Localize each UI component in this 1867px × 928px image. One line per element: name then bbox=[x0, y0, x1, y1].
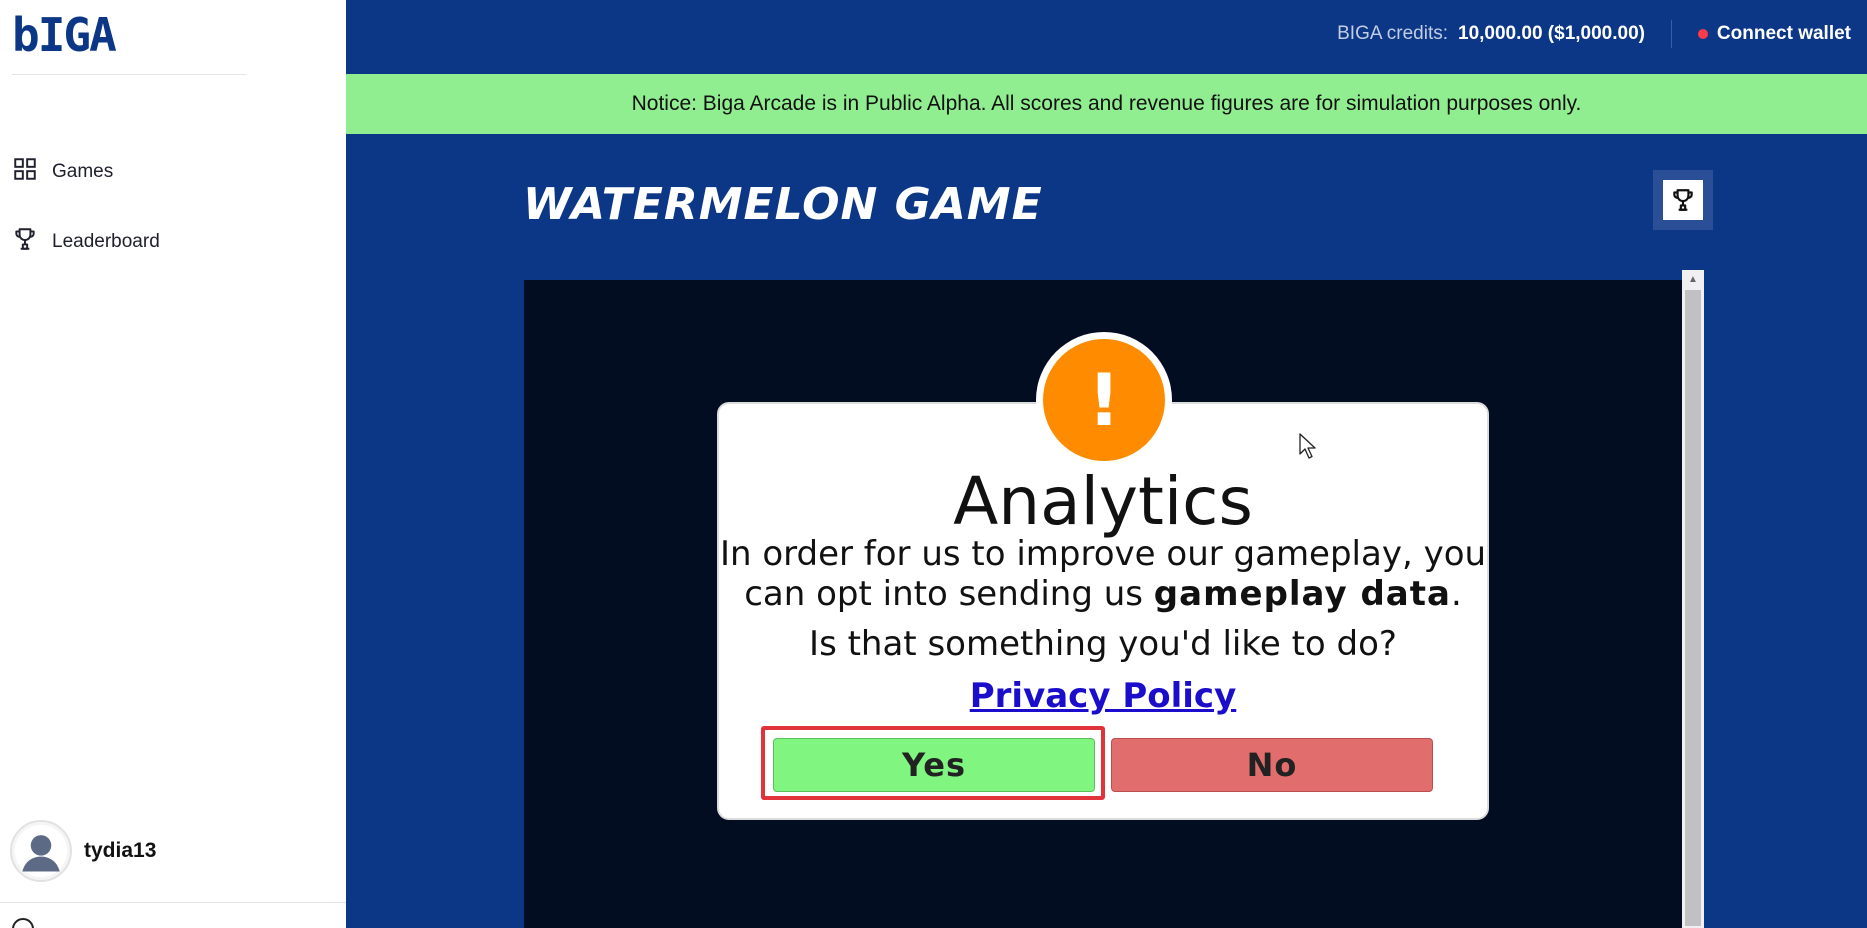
connect-wallet-label: Connect wallet bbox=[1716, 23, 1851, 44]
settings-icon[interactable] bbox=[12, 918, 34, 928]
credits-display: BIGA credits: 10,000.00 ($1,000.00) bbox=[1337, 0, 1645, 68]
privacy-policy-link[interactable]: Privacy Policy bbox=[717, 676, 1489, 716]
dialog-question: Is that something you'd like to do? bbox=[809, 624, 1397, 664]
dialog-title: Analytics bbox=[953, 463, 1253, 540]
sidebar-item-label: Leaderboard bbox=[52, 231, 160, 252]
warning-icon: ! bbox=[1036, 332, 1172, 468]
grid-icon bbox=[12, 156, 38, 188]
credits-value: 10,000.00 ($1,000.00) bbox=[1458, 23, 1645, 44]
divider bbox=[1671, 20, 1672, 48]
biga-logo[interactable]: bIGA bbox=[12, 12, 117, 58]
dialog-body-line: can opt into sending us gameplay data. bbox=[717, 574, 1489, 614]
avatar-icon bbox=[10, 820, 72, 882]
game-scrollbar[interactable]: ▲ bbox=[1682, 270, 1704, 928]
page-title: WATERMELON GAME bbox=[523, 179, 1043, 230]
status-dot-icon bbox=[1697, 29, 1708, 39]
leaderboard-button[interactable] bbox=[1653, 170, 1713, 230]
divider bbox=[0, 902, 346, 903]
connect-wallet-button[interactable]: Connect wallet bbox=[1697, 0, 1851, 68]
trophy-icon bbox=[12, 226, 38, 258]
mouse-cursor-icon bbox=[1299, 433, 1316, 459]
sidebar-item-games[interactable]: Games bbox=[12, 156, 113, 188]
dialog-body-emphasis: gameplay data bbox=[1153, 574, 1451, 614]
notice-text: Notice: Biga Arcade is in Public Alpha. … bbox=[631, 92, 1582, 115]
user-profile[interactable]: tydia13 bbox=[10, 820, 156, 882]
divider bbox=[12, 74, 246, 75]
dialog-body-text: . bbox=[1450, 574, 1462, 614]
app-root: bIGA Games Leaderboard tydia13 BIGA cred… bbox=[0, 0, 1867, 928]
sidebar-item-label: Games bbox=[52, 161, 114, 182]
yes-button[interactable]: Yes bbox=[773, 738, 1095, 792]
trophy-icon bbox=[1663, 180, 1703, 220]
dialog-body: In order for us to improve our gameplay,… bbox=[717, 534, 1489, 614]
scroll-up-icon[interactable]: ▲ bbox=[1682, 270, 1704, 288]
sidebar-item-leaderboard[interactable]: Leaderboard bbox=[12, 226, 160, 258]
scrollbar-thumb[interactable] bbox=[1685, 290, 1701, 926]
username: tydia13 bbox=[84, 839, 157, 862]
no-button[interactable]: No bbox=[1111, 738, 1433, 792]
sidebar: bIGA Games Leaderboard tydia13 bbox=[0, 0, 346, 928]
top-bar: BIGA credits: 10,000.00 ($1,000.00) Conn… bbox=[346, 0, 1867, 74]
dialog-body-text: can opt into sending us bbox=[744, 574, 1154, 614]
warning-symbol: ! bbox=[1043, 339, 1165, 461]
notice-banner: Notice: Biga Arcade is in Public Alpha. … bbox=[346, 74, 1867, 134]
dialog-body-line: In order for us to improve our gameplay,… bbox=[719, 534, 1487, 574]
credits-label: BIGA credits: bbox=[1337, 23, 1448, 44]
